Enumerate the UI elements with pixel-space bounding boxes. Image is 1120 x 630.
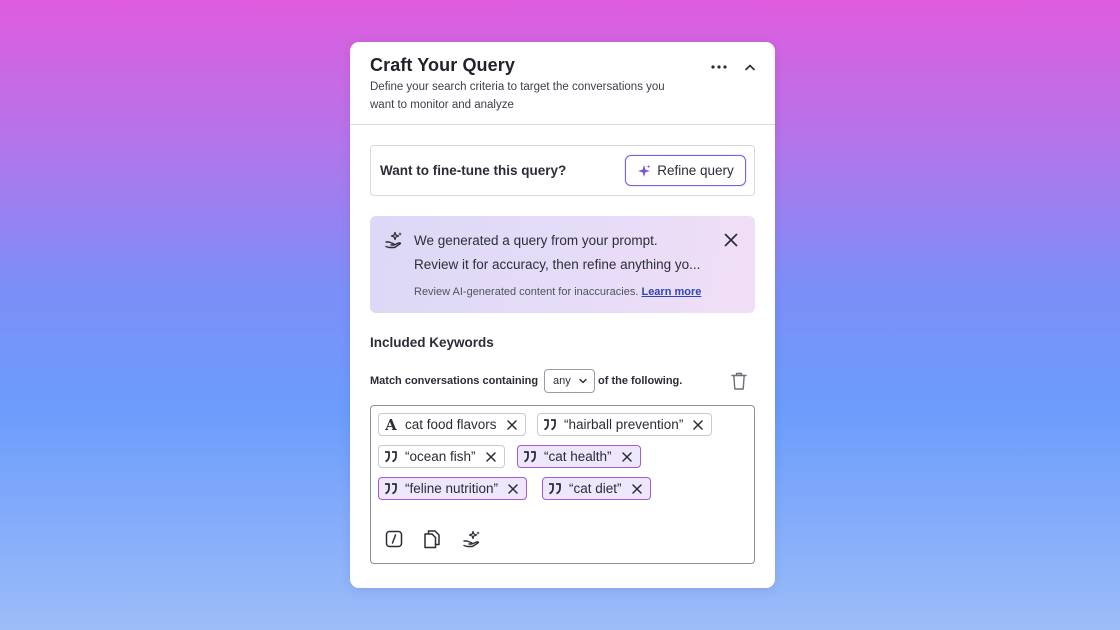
sparkle-icon [638, 164, 651, 177]
remove-keyword-button[interactable] [506, 482, 520, 496]
keyword-label: “hairball prevention” [564, 417, 684, 432]
match-suffix: of the following. [598, 375, 683, 387]
refine-prompt: Want to fine-tune this query? [380, 163, 567, 178]
close-icon [485, 451, 496, 462]
keyword-label: “cat health” [544, 449, 612, 464]
slash-command-button[interactable] [383, 528, 405, 550]
match-prefix: Match conversations containing [370, 375, 539, 387]
remove-keyword-button[interactable] [691, 418, 705, 432]
panel-header: Craft Your Query Define your search crit… [350, 42, 775, 125]
remove-keyword-button[interactable] [484, 450, 498, 464]
keyword-label: “cat diet” [569, 481, 622, 496]
close-icon [621, 451, 632, 462]
delete-button[interactable] [730, 371, 748, 396]
collapse-button[interactable] [739, 56, 761, 78]
copy-icon [424, 530, 440, 549]
keyword-chip[interactable]: “ocean fish” [378, 445, 505, 468]
quote-icon [383, 481, 399, 497]
keyword-label: “feline nutrition” [405, 481, 499, 496]
query-panel: Craft Your Query Define your search crit… [350, 42, 775, 588]
copy-button[interactable] [421, 528, 443, 550]
refine-query-label: Refine query [657, 163, 734, 178]
learn-more-link[interactable]: Learn more [641, 286, 701, 298]
hand-sparkle-icon [384, 230, 404, 255]
refine-query-button[interactable]: Refine query [625, 155, 746, 186]
panel-subtitle: Define your search criteria to target th… [370, 81, 665, 111]
included-keywords-title: Included Keywords [370, 335, 494, 350]
more-options-button[interactable] [708, 56, 730, 78]
ai-notice-line1: We generated a query from your prompt. [414, 233, 658, 248]
remove-keyword-button[interactable] [630, 482, 644, 496]
keyword-chip[interactable]: A cat food flavors [378, 413, 526, 436]
match-mode-value: any [553, 375, 571, 387]
quote-icon [542, 417, 558, 433]
more-horizontal-icon [711, 65, 727, 69]
remove-keyword-button[interactable] [620, 450, 634, 464]
refine-card: Want to fine-tune this query? Refine que… [370, 145, 755, 196]
text-keyword-icon: A [385, 415, 397, 434]
ai-assist-button[interactable] [461, 528, 483, 550]
panel-title: Craft Your Query [370, 55, 515, 75]
close-icon [724, 233, 738, 247]
ai-notice-footer: Review AI-generated content for inaccura… [414, 286, 701, 298]
keyword-label: “ocean fish” [405, 449, 476, 464]
match-row: Match conversations containing any of th… [370, 369, 755, 395]
ai-assist-icon [463, 530, 480, 548]
quote-icon [547, 481, 563, 497]
ai-notice-banner: We generated a query from your prompt. R… [370, 216, 755, 313]
close-icon [508, 483, 518, 494]
close-icon [506, 419, 517, 430]
chevron-down-icon [579, 378, 587, 384]
close-icon [631, 483, 642, 494]
keyword-chip-highlighted[interactable]: “feline nutrition” [378, 477, 528, 500]
dismiss-notice-button[interactable] [721, 230, 741, 250]
keyword-chip[interactable]: “hairball prevention” [537, 413, 713, 436]
keyword-input-box[interactable]: A cat food flavors “hairball prevention”… [370, 405, 755, 564]
match-mode-select[interactable]: any [544, 369, 595, 393]
chevron-up-icon [745, 64, 755, 71]
keyword-label: cat food flavors [405, 417, 497, 432]
ai-disclaimer-text: Review AI-generated content for inaccura… [414, 286, 639, 298]
keyword-chip-highlighted[interactable]: “cat diet” [542, 477, 651, 500]
remove-keyword-button[interactable] [505, 418, 519, 432]
quote-icon [383, 449, 399, 465]
trash-icon [731, 372, 747, 390]
quote-icon [522, 449, 538, 465]
ai-notice-line2: Review it for accuracy, then refine anyt… [414, 257, 701, 272]
slash-command-icon [385, 530, 403, 548]
close-icon [693, 419, 704, 430]
keyword-chip-highlighted[interactable]: “cat health” [517, 445, 641, 468]
